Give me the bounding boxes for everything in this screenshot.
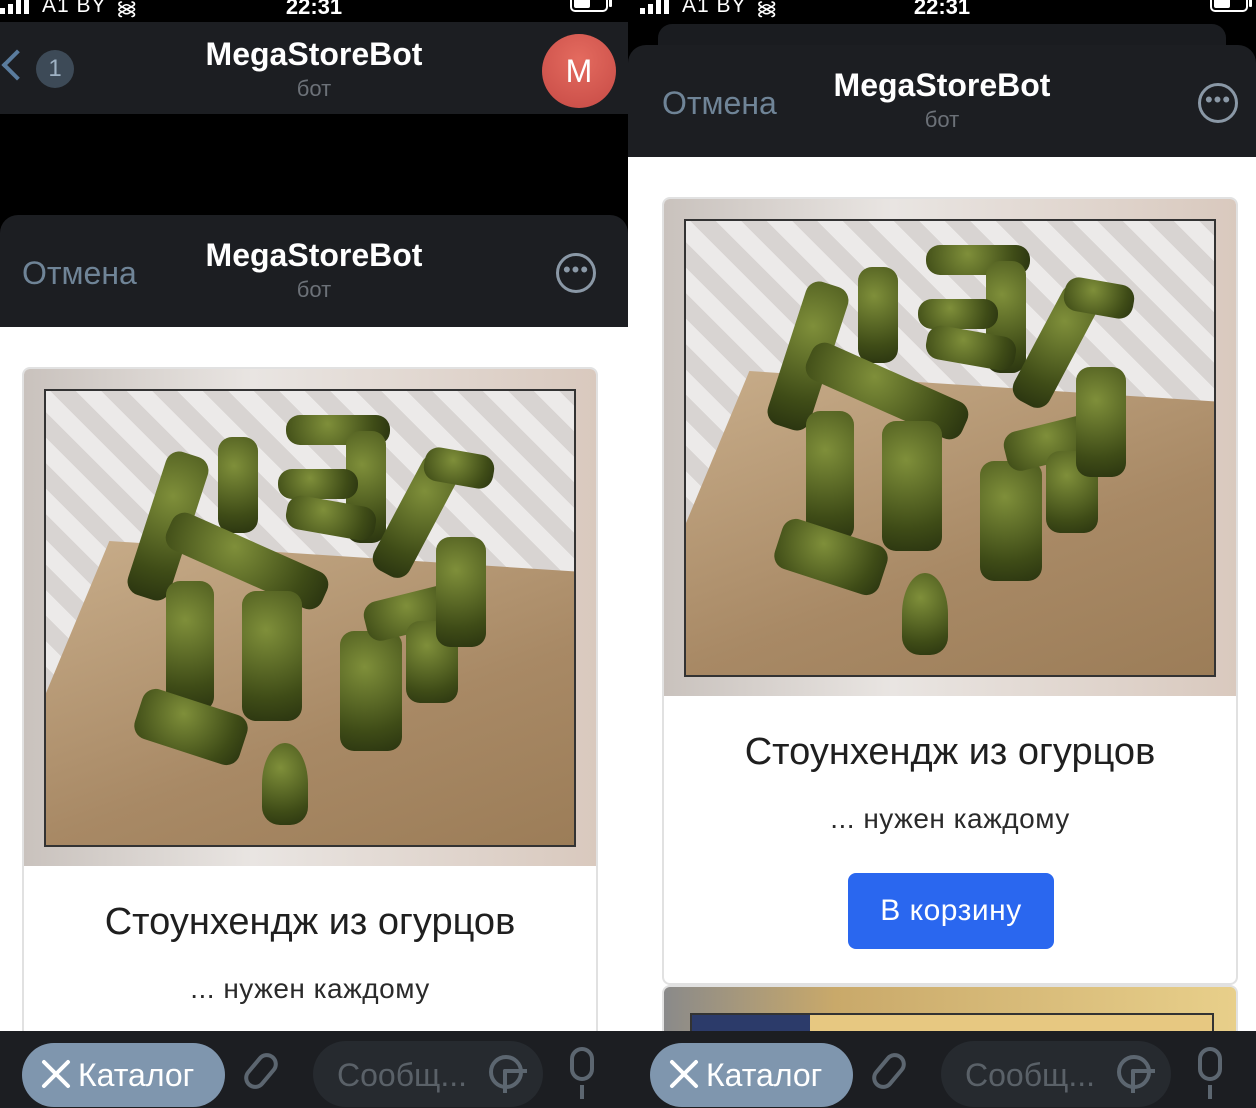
more-icon[interactable]: ••• (1198, 83, 1238, 123)
battery-icon (1210, 0, 1252, 12)
sticker-icon[interactable] (489, 1055, 527, 1093)
product-image (24, 369, 596, 866)
product-image (664, 199, 1236, 696)
webapp-header: Отмена MegaStoreBot бот ••• (628, 45, 1256, 157)
webapp-title: MegaStoreBot (205, 237, 423, 273)
chat-subtitle: бот (296, 76, 332, 101)
webapp-content: Стоунхендж из огурцов ... нужен каждому … (628, 157, 1256, 1031)
right-screen: A1 BY ᯼ 22:31 Отмена MegaStoreBot бот ••… (628, 0, 1256, 1108)
paperclip-icon[interactable] (867, 1048, 911, 1094)
webapp-content: Стоунхендж из огурцов ... нужен каждому (0, 327, 628, 1031)
sticker-icon[interactable] (1117, 1055, 1155, 1093)
avatar[interactable]: M (542, 34, 616, 108)
close-icon (36, 1051, 76, 1095)
microphone-icon[interactable] (570, 1047, 594, 1099)
product-card: Стоунхендж из огурцов ... нужен каждому (22, 367, 598, 1031)
battery-icon (570, 0, 612, 12)
webapp-subtitle: бот (296, 277, 332, 302)
catalog-menu-label: Каталог (706, 1057, 823, 1093)
clock: 22:31 (913, 0, 971, 19)
catalog-menu-button[interactable]: Каталог (22, 1043, 225, 1107)
close-icon (664, 1051, 704, 1095)
webapp-subtitle: бот (924, 107, 960, 132)
product-description: ... нужен каждому (190, 973, 430, 1004)
product-name: Стоунхендж из огурцов (744, 731, 1156, 773)
message-input[interactable]: Сообщ... (941, 1041, 1171, 1107)
status-bar: A1 BY ᯼ 22:31 (0, 0, 628, 22)
left-screen: A1 BY ᯼ 22:31 1 MegaStoreBot бот M Отмен… (0, 0, 628, 1108)
message-placeholder: Сообщ... (337, 1057, 468, 1093)
catalog-menu-button[interactable]: Каталог (650, 1043, 853, 1107)
chat-input-bar: Каталог Сообщ... (0, 1031, 628, 1108)
message-input[interactable]: Сообщ... (313, 1041, 543, 1107)
webapp-title: MegaStoreBot (833, 67, 1051, 103)
product-card: Стоунхендж из огурцов ... нужен каждому … (662, 197, 1238, 985)
chat-title: MegaStoreBot (205, 36, 423, 72)
catalog-menu-label: Каталог (78, 1057, 195, 1093)
paperclip-icon[interactable] (239, 1048, 283, 1094)
add-to-cart-button[interactable]: В корзину (848, 873, 1054, 949)
chat-header: 1 MegaStoreBot бот M (0, 22, 628, 114)
product-description: ... нужен каждому (830, 803, 1070, 834)
message-placeholder: Сообщ... (965, 1057, 1096, 1093)
clock: 22:31 (285, 0, 343, 19)
chat-input-bar: Каталог Сообщ... (628, 1031, 1256, 1108)
microphone-icon[interactable] (1198, 1047, 1222, 1099)
status-bar: A1 BY ᯼ 22:31 (628, 0, 1256, 22)
product-name: Стоунхендж из огурцов (104, 901, 516, 943)
more-icon[interactable]: ••• (556, 253, 596, 293)
next-product-card[interactable] (662, 985, 1238, 1031)
webapp-header: Отмена MegaStoreBot бот ••• (0, 215, 628, 327)
